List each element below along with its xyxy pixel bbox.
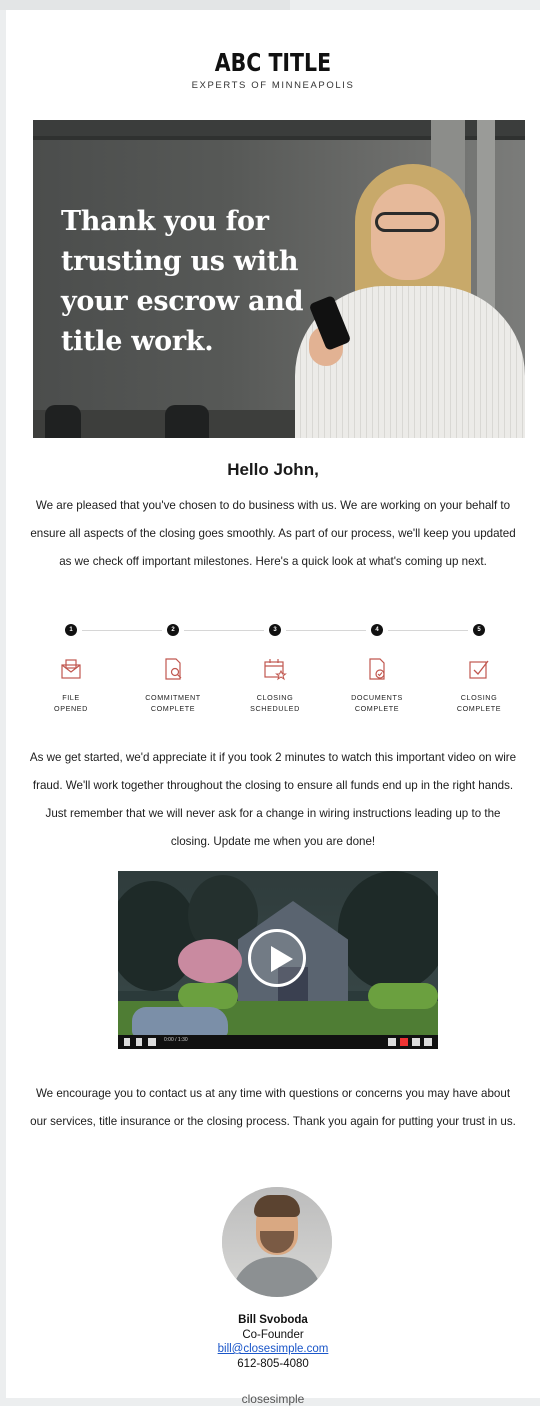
brand-header: ABC TITLE EXPERTS OF MINNEAPOLIS: [6, 48, 540, 91]
hero-chair: [45, 405, 81, 438]
play-icon: [271, 946, 293, 972]
step-number: 2: [167, 624, 179, 636]
document-check-icon: [369, 658, 385, 680]
signature-phone: 612-805-4080: [237, 1357, 309, 1370]
signature-name: Bill Svoboda: [238, 1314, 308, 1326]
video-blossom-tree: [178, 939, 242, 983]
signature-email-link[interactable]: bill@closesimple.com: [218, 1343, 329, 1355]
play-button[interactable]: [248, 929, 306, 987]
intro-paragraph: We are pleased that you've chosen to do …: [30, 499, 516, 568]
step-label: COMMITMENT COMPLETE: [145, 693, 201, 713]
email-card: ABC TITLE EXPERTS OF MINNEAPOLIS Thank y…: [6, 10, 540, 1406]
signature-block: Bill Svoboda Co-Founder bill@closesimple…: [6, 1313, 540, 1371]
step-file-opened: 1 FILE OPENED: [23, 624, 119, 714]
fullscreen-icon[interactable]: [424, 1038, 432, 1046]
avatar-hair: [254, 1195, 300, 1217]
video-bush: [178, 983, 238, 1009]
hero-headline: Thank you for trusting us with your escr…: [61, 206, 304, 357]
video-tree: [338, 871, 438, 991]
next-icon[interactable]: [136, 1038, 142, 1046]
closing-paragraph: We encourage you to contact us at any ti…: [30, 1087, 516, 1128]
step-label: FILE OPENED: [54, 693, 88, 713]
video-bush: [368, 983, 438, 1009]
step-closing-complete: 5 CLOSING COMPLETE: [431, 624, 527, 714]
step-closing-scheduled: 3 CLOSING SCHEDULED: [227, 624, 323, 714]
step-label: CLOSING SCHEDULED: [250, 693, 300, 713]
video-controls[interactable]: 0:00 / 1:30: [118, 1035, 438, 1049]
step-commitment-complete: 2 COMMITMENT COMPLETE: [125, 624, 221, 714]
greeting: Hello John,: [227, 460, 319, 479]
top-strip: [0, 0, 290, 10]
step-number: 1: [65, 624, 77, 636]
video-car: [132, 1007, 228, 1037]
calendar-star-icon: [264, 659, 287, 681]
avatar: [222, 1187, 332, 1297]
footer-logo: closesimple: [241, 1392, 305, 1406]
brand-subtitle: EXPERTS OF MINNEAPOLIS: [191, 80, 355, 91]
step-label: CLOSING COMPLETE: [456, 693, 502, 713]
milestone-tracker: 1 FILE OPENED 2 COMMITMENT COMPLETE 3 CL…: [6, 624, 540, 724]
checkbox-icon: [469, 660, 489, 679]
video-time: 0:00 / 1:30: [164, 1037, 188, 1043]
step-number: 4: [371, 624, 383, 636]
hero-glasses: [375, 212, 439, 232]
wire-fraud-paragraph: As we get started, we'd appreciate it if…: [29, 751, 517, 848]
settings-icon[interactable]: [400, 1038, 408, 1046]
document-search-icon: [165, 658, 182, 680]
captions-icon[interactable]: [388, 1038, 396, 1046]
envelope-icon: [61, 659, 81, 679]
hero-person-face: [371, 184, 445, 280]
hero-image: Thank you for trusting us with your escr…: [33, 120, 525, 438]
step-number: 3: [269, 624, 281, 636]
volume-icon[interactable]: [148, 1038, 156, 1046]
play-control-icon[interactable]: [124, 1038, 130, 1046]
hero-chair: [165, 405, 209, 438]
wire-fraud-video[interactable]: 0:00 / 1:30: [118, 871, 438, 1049]
step-documents-complete: 4 DOCUMENTS COMPLETE: [329, 624, 425, 714]
brand-title: ABC TITLE: [214, 48, 332, 77]
signature-title: Co-Founder: [242, 1328, 304, 1341]
theater-icon[interactable]: [412, 1038, 420, 1046]
step-label: DOCUMENTS COMPLETE: [351, 693, 403, 713]
step-number: 5: [473, 624, 485, 636]
